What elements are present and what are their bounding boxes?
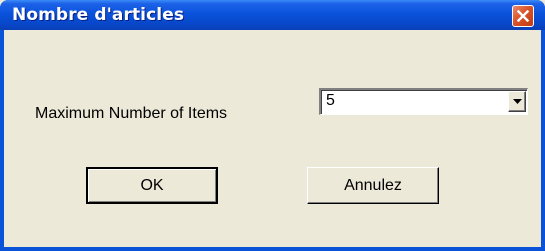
dropdown-button[interactable] <box>508 91 526 112</box>
close-button[interactable] <box>512 5 534 27</box>
dialog-window: Nombre d'articles Maximum Number of Item… <box>0 0 545 251</box>
max-items-label: Maximum Number of Items <box>35 105 228 122</box>
window-title: Nombre d'articles <box>12 5 185 25</box>
chevron-down-icon <box>512 98 522 104</box>
max-items-select-value: 5 <box>326 92 335 109</box>
ok-button[interactable]: OK <box>86 167 218 204</box>
max-items-select[interactable]: 5 <box>319 88 528 115</box>
close-icon <box>517 10 529 22</box>
title-bar[interactable]: Nombre d'articles <box>0 0 545 30</box>
cancel-button[interactable]: Annulez <box>307 167 439 204</box>
dialog-body: Maximum Number of Items 5 OK Annulez <box>4 30 541 247</box>
